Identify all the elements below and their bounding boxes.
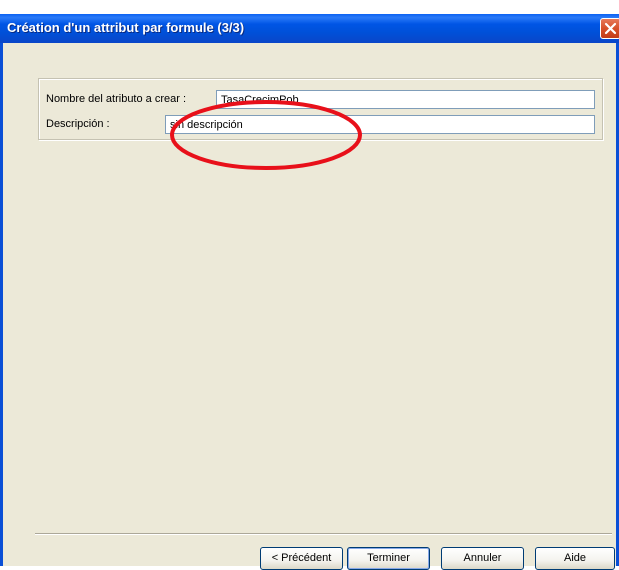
finish-button[interactable]: Terminer	[347, 547, 430, 570]
cancel-button[interactable]: Annuler	[441, 547, 524, 570]
button-separator	[35, 533, 612, 535]
dialog-body: Nombre del atributo a crear : Descripció…	[3, 43, 616, 570]
description-label: Descripción :	[46, 118, 110, 130]
attribute-name-label: Nombre del atributo a crear :	[46, 93, 187, 105]
attribute-name-input[interactable]	[216, 90, 595, 109]
close-icon	[604, 22, 617, 35]
window-title: Création d'un attribut par formule (3/3)	[7, 20, 245, 35]
description-input[interactable]	[165, 115, 595, 134]
close-button[interactable]	[600, 18, 619, 39]
title-bar[interactable]: Création d'un attribut par formule (3/3)	[0, 14, 619, 43]
help-button[interactable]: Aide	[535, 547, 615, 570]
attribute-formula-dialog: Création d'un attribut par formule (3/3)…	[0, 14, 619, 570]
previous-button[interactable]: < Précédent	[260, 547, 343, 570]
